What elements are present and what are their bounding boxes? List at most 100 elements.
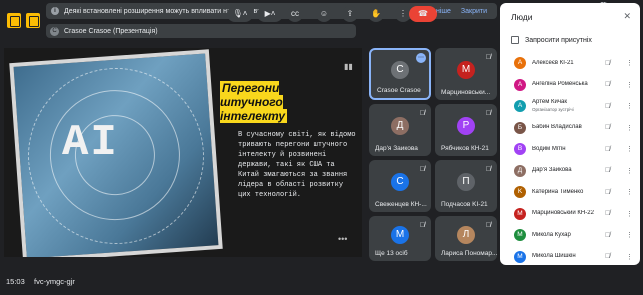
mic-off-icon: 🎙̸ — [605, 124, 611, 131]
people-list-item[interactable]: M Микола Кухар 🎙̸ ⋮ — [514, 225, 634, 245]
person-avatar: M — [514, 250, 526, 263]
more-vert-icon[interactable]: ⋮ — [626, 59, 633, 67]
people-panel: Люди ✕ Запросити присутніх A Алексеєв КІ-… — [500, 3, 640, 265]
slide-title: Перегони штучного інтелекту — [220, 81, 288, 123]
hangup-icon: ☎ — [418, 9, 428, 18]
mic-off-icon: 🎙̸ — [605, 253, 611, 260]
people-list-item[interactable]: Б Бабин Владислав 🎙̸ ⋮ — [514, 118, 634, 138]
participant-avatar: M — [457, 60, 475, 79]
people-list-item[interactable]: M Микола Шишкін 🎙̸ ⋮ — [514, 247, 634, 266]
person-name: Ангеліна Роменська — [532, 81, 588, 87]
more-vert-icon[interactable]: ⋮ — [626, 145, 633, 153]
banner-close-link[interactable]: Закрити — [461, 8, 487, 15]
presenter-label: Crasoe Crasoe (Презентація) — [64, 27, 158, 35]
invite-button[interactable]: Запросити присутніх — [511, 36, 592, 44]
mic-off-icon: 🎙̸ — [605, 59, 611, 67]
participant-tile[interactable]: P 🎙̸ Рябчиков КН-21 — [435, 104, 497, 156]
close-icon[interactable]: ✕ — [623, 11, 631, 22]
notes-icon[interactable] — [7, 13, 21, 28]
leave-call-button[interactable]: ☎ — [409, 6, 437, 22]
invite-icon — [511, 36, 519, 44]
person-avatar: Д — [514, 164, 526, 177]
people-list-item[interactable]: A Алексеєв КІ-21 🎙̸ ⋮ — [514, 53, 634, 73]
raise-hand-button[interactable]: ✋ — [368, 6, 384, 22]
emoji-button[interactable]: ☺ — [316, 6, 332, 22]
participant-avatar: C — [391, 61, 409, 80]
captions-button[interactable]: cc — [287, 6, 303, 22]
participant-avatar: П — [457, 172, 475, 191]
mic-off-icon: 🎙̸ — [605, 81, 611, 88]
mic-off-icon: 🎙̸ — [485, 166, 491, 173]
more-vert-icon[interactable]: ⋮ — [626, 253, 633, 261]
mic-off-icon: 🎙̸ — [419, 222, 425, 229]
participant-tile[interactable]: Л 🎙̸ Лариса Пономар... — [435, 216, 497, 261]
camera-button[interactable]: ▶˄ — [257, 6, 283, 22]
person-avatar: B — [514, 143, 526, 155]
more-vert-icon: ⋮ — [399, 9, 407, 18]
ai-text: AI — [62, 118, 119, 168]
microphone-icon: 🎙˄ — [232, 9, 248, 18]
person-avatar: A — [514, 78, 526, 91]
participant-name: Рябчиков КН-21 — [441, 145, 489, 152]
people-list-item[interactable]: K Катерина Тименко 🎙̸ ⋮ — [514, 182, 634, 202]
more-vert-icon[interactable]: ⋮ — [626, 231, 633, 239]
emoji-icon: ☺ — [319, 9, 329, 18]
participant-name: Ще 13 осіб — [375, 250, 408, 257]
participant-tile[interactable]: M 🎙̸ Марциновськи... — [435, 48, 497, 100]
presenter-avatar: C — [50, 26, 59, 36]
captions-icon: cc — [291, 9, 299, 18]
mic-off-icon: 🎙̸ — [485, 110, 491, 117]
person-avatar: M — [514, 207, 526, 220]
person-avatar: Б — [514, 121, 526, 134]
more-vert-icon[interactable]: ⋮ — [626, 81, 633, 89]
participant-name: Лариса Пономар... — [441, 250, 497, 257]
person-role: Організатор зустрічі — [532, 107, 574, 112]
slide-body: В сучасному світі, як відомо тривають пе… — [238, 131, 356, 199]
camera-icon: ▶˄ — [264, 9, 276, 18]
more-vert-icon[interactable]: ⋮ — [626, 210, 633, 218]
participant-avatar: P — [457, 116, 475, 135]
participant-tile[interactable]: C ⋯ Crasoe Crasoe — [369, 48, 431, 100]
person-avatar: A — [514, 100, 526, 112]
bars-icon: ▮▮ — [344, 62, 353, 71]
more-vert-icon[interactable]: ⋮ — [626, 124, 633, 132]
presenter-chip: C Crasoe Crasoe (Презентація) — [46, 24, 356, 38]
mic-off-icon: 🎙̸ — [605, 188, 611, 196]
more-vert-icon[interactable]: ⋮ — [626, 188, 633, 196]
present-icon: ⇪ — [346, 9, 354, 18]
participant-name: Crasoe Crasoe — [377, 87, 421, 94]
people-list-item[interactable]: A Ангеліна Роменська 🎙̸ ⋮ — [514, 75, 634, 95]
person-name: Микола Шишкін — [532, 253, 576, 259]
people-list-item[interactable]: M Марциновський КН-22 🎙̸ ⋮ — [514, 204, 634, 224]
participant-avatar: M — [391, 225, 409, 244]
participant-tile[interactable]: П 🎙̸ Подчасов KI-21 — [435, 160, 497, 212]
participant-name: Подчасов KI-21 — [441, 201, 488, 208]
mic-off-icon: 🎙̸ — [485, 54, 491, 61]
people-list-item[interactable]: A Артем Кичак Організатор зустрічі 🎙̸ ⋮ — [514, 96, 634, 116]
presentation-slide: AI Перегони штучного інтелекту В сучасно… — [4, 48, 362, 257]
person-name: Дар'я Заикова — [532, 167, 572, 173]
participant-name: Марциновськи... — [441, 89, 491, 96]
people-list-item[interactable]: Д Дар'я Заикова 🎙̸ ⋮ — [514, 161, 634, 181]
mic-off-icon: 🎙̸ — [605, 102, 611, 110]
more-options-icon[interactable]: ⋯ — [416, 53, 426, 63]
meeting-code: fvc-ymgc-gjr — [34, 277, 75, 286]
person-name: Алексеєв КІ-21 — [532, 59, 574, 66]
participant-tile[interactable]: C 🎙̸ Свеженцев КН-... — [369, 160, 431, 212]
participant-avatar: C — [391, 172, 409, 191]
participant-tile[interactable]: Д 🎙̸ Дар'я Заикова — [369, 104, 431, 156]
more-vert-icon[interactable]: ⋮ — [626, 102, 633, 110]
present-button[interactable]: ⇪ — [342, 6, 358, 22]
people-panel-title: Люди — [511, 12, 533, 22]
participant-tile[interactable]: M 🎙̸ Ще 13 осіб — [369, 216, 431, 261]
mic-off-icon: 🎙̸ — [605, 231, 611, 239]
person-name: Бабин Владислав — [532, 124, 582, 130]
people-list-item[interactable]: B Водим Мітін 🎙̸ ⋮ — [514, 139, 634, 159]
person-name: Марциновський КН-22 — [532, 210, 594, 216]
person-avatar: A — [514, 57, 526, 69]
clock-time: 15:03 — [6, 277, 25, 286]
microphone-button[interactable]: 🎙˄ — [227, 6, 253, 22]
person-name: Катерина Тименко — [532, 188, 584, 195]
doc-icon[interactable] — [26, 13, 40, 28]
more-vert-icon[interactable]: ⋮ — [626, 167, 633, 175]
